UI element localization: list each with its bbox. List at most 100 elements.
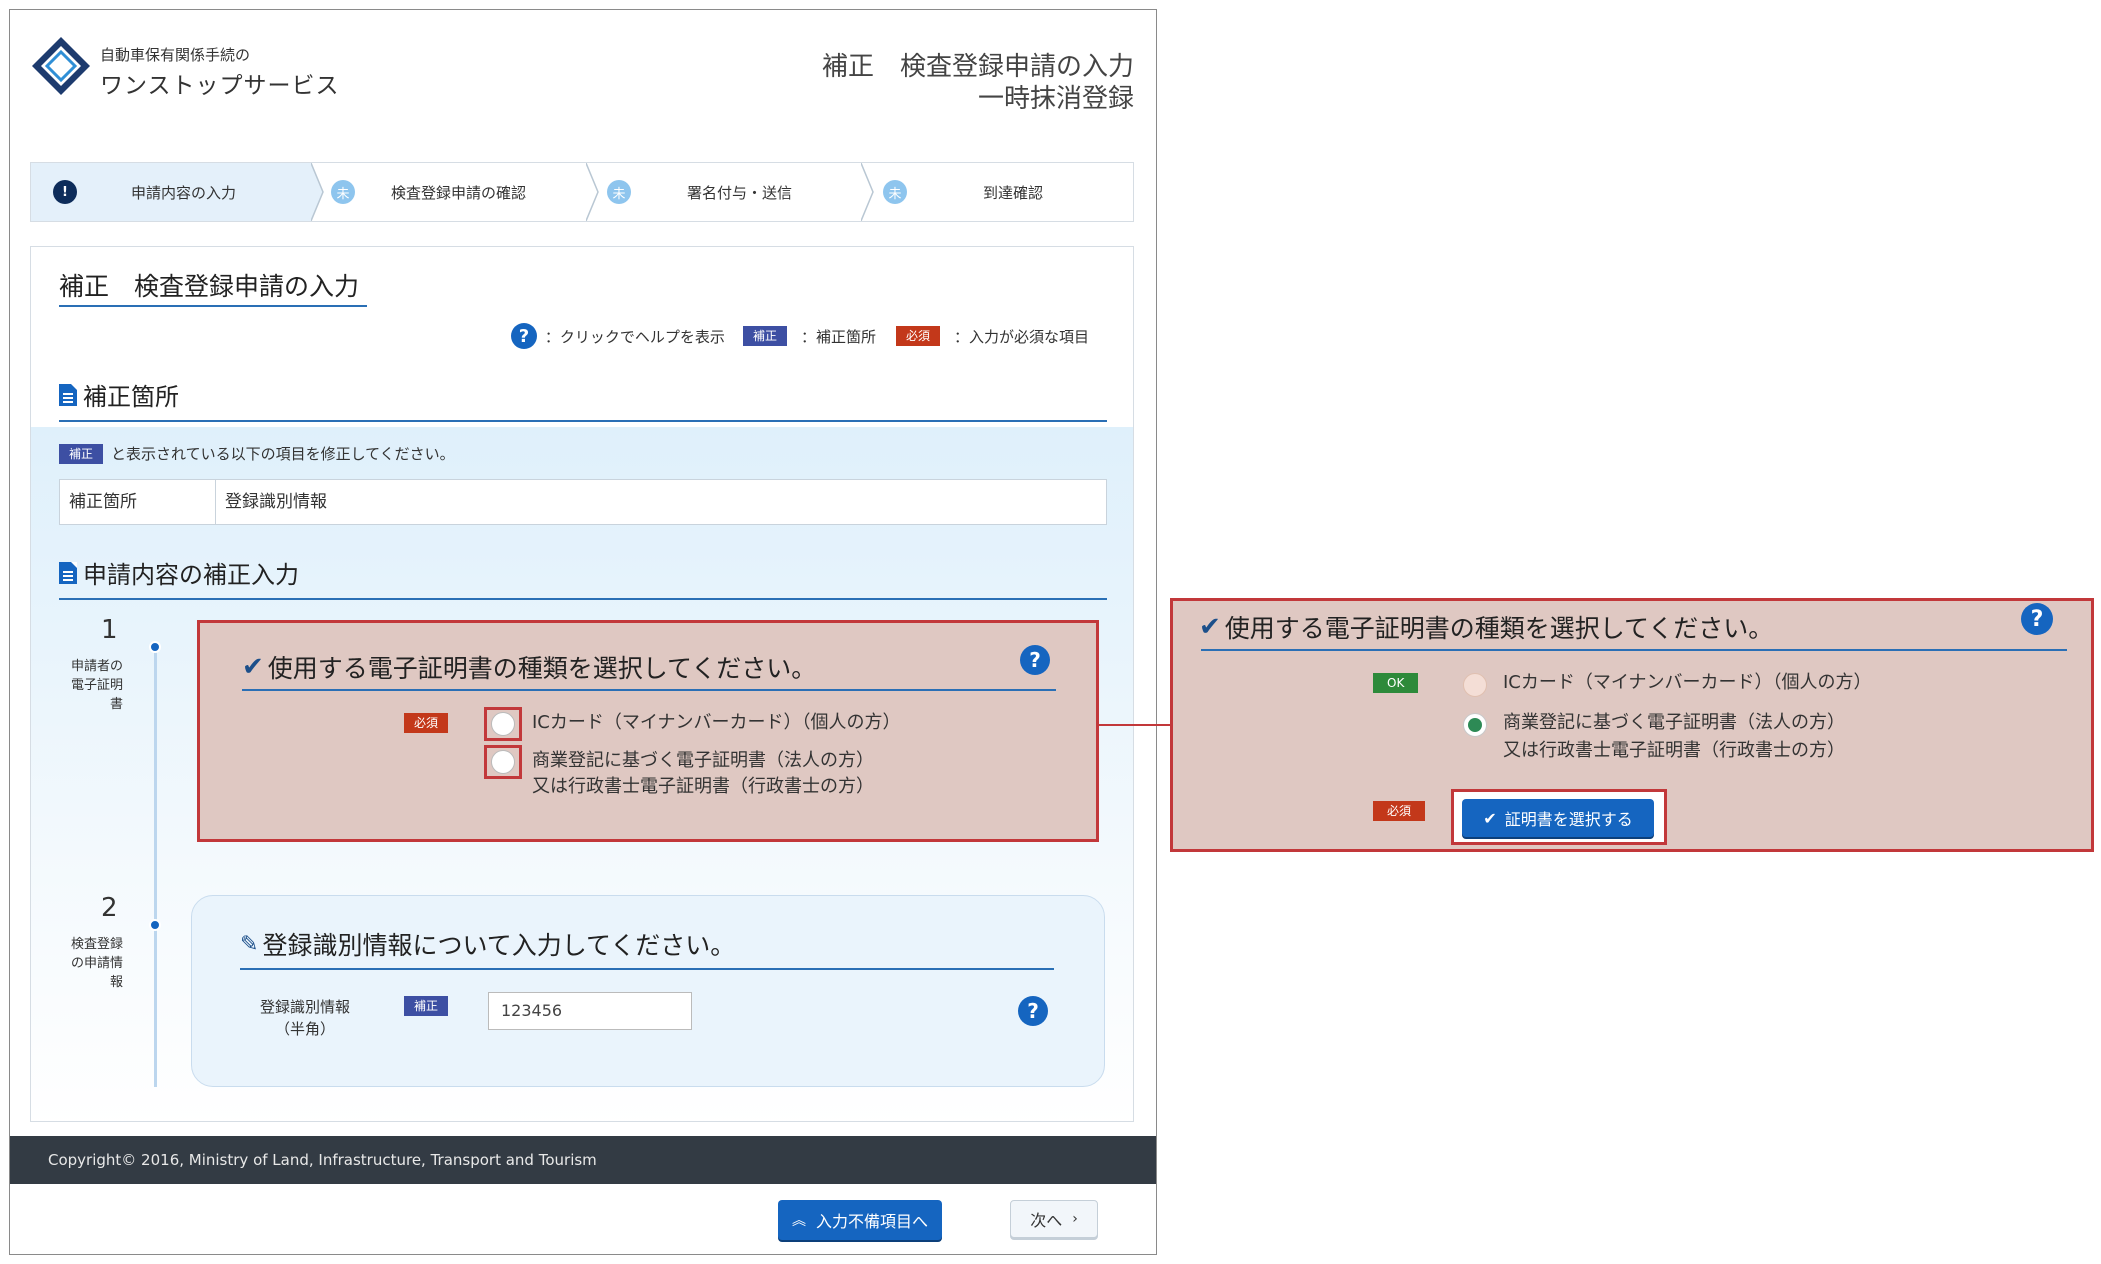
step-label: 署名付与・送信 [687, 184, 793, 202]
registration-id-input[interactable]: 123456 [488, 992, 692, 1030]
card-underline [240, 968, 1054, 970]
help-icon[interactable]: ? [1020, 645, 1050, 675]
section-underline [59, 598, 1107, 600]
zoom-callout-panel: ✔ 使用する電子証明書の種類を選択してください。 ? OK ICカード（マイナン… [1170, 598, 2094, 852]
legend-hissu-text: ：入力が必須な項目 [953, 327, 1089, 346]
note-text: と表示されている以下の項目を修正してください。 [111, 445, 455, 463]
page-title: 補正 検査登録申請の入力 [59, 272, 360, 301]
desc-line: 電子証明 [70, 678, 123, 693]
step-input: ! 申請内容の入力 [31, 163, 311, 221]
field-label-line: （半角） [275, 1020, 336, 1038]
card-title-text: 使用する電子証明書の種類を選択してください。 [1224, 614, 1774, 643]
step-label: 到達確認 [983, 184, 1044, 202]
select-button-highlight: ✔ 証明書を選択する [1451, 789, 1667, 845]
logo-icon [32, 37, 90, 95]
step-description: 検査登録 の申請情 報 [61, 935, 123, 992]
check-icon: ✔ [1483, 808, 1497, 828]
timeline-dot [149, 919, 161, 931]
radio-corporate-cert-selected[interactable] [1463, 713, 1487, 737]
card-title-text: 使用する電子証明書の種類を選択してください。 [267, 654, 817, 683]
document-icon [59, 561, 77, 584]
next-button[interactable]: 次へ › [1010, 1200, 1098, 1238]
help-icon[interactable]: ? [1018, 996, 1048, 1026]
option-corporate-cert-label-2: 又は行政書士電子証明書（行政書士の方） [532, 776, 874, 797]
ok-badge: OK [1373, 673, 1419, 693]
option-corporate-cert-label-2: 又は行政書士電子証明書（行政書士の方） [1503, 740, 1845, 761]
chevron-right-icon [586, 163, 599, 221]
desc-line: 報 [109, 975, 123, 990]
registration-info-card: ✎ 登録識別情報について入力してください。 登録識別情報 （半角） 補正 123… [191, 895, 1105, 1087]
help-icon[interactable]: ? [2021, 603, 2053, 635]
hissu-badge: 必須 [404, 713, 449, 733]
step-label: 申請内容の入力 [131, 184, 237, 202]
hissu-badge: 必須 [1373, 801, 1426, 821]
help-icon[interactable]: ? [510, 323, 537, 349]
chevron-right-icon [861, 163, 874, 221]
pending-icon: 未 [607, 180, 631, 204]
card-underline [1201, 649, 2067, 651]
step-arrival: 未 到達確認 [881, 163, 1131, 221]
callout-connector [1096, 724, 1170, 726]
header-subtitle: 一時抹消登録 [977, 84, 1134, 114]
logo-text-line1: 自動車保有関係手続の [100, 46, 251, 64]
field-label: 登録識別情報 （半角） [260, 996, 350, 1040]
desc-line: 申請者の [70, 659, 123, 674]
step-number: 1 [101, 615, 118, 645]
desc-line: の申請情 [70, 956, 123, 971]
desc-line: 書 [109, 697, 123, 712]
main-panel: 補正 検査登録申請の入力 ? ：クリックでヘルプを表示 補正 ：補正箇所 必須 … [30, 246, 1134, 1122]
document-icon [59, 383, 77, 406]
logo-text-line2: ワンストップサービス [100, 73, 340, 99]
progress-steps: ! 申請内容の入力 未 検査登録申請の確認 未 署名付与・送信 未 到達確認 [30, 162, 1134, 222]
hosei-badge: 補正 [742, 326, 787, 346]
radio-ic-card[interactable] [491, 712, 515, 736]
chevron-right-icon: › [1072, 1211, 1078, 1227]
check-icon: ✔ [242, 652, 264, 682]
card-title-text: 登録識別情報について入力してください。 [262, 931, 736, 960]
select-certificate-button[interactable]: ✔ 証明書を選択する [1462, 799, 1654, 837]
main-window: 自動車保有関係手続の ワンストップサービス 補正 検査登録申請の入力 一時抹消登… [9, 9, 1157, 1255]
alert-icon: ! [53, 180, 77, 204]
legend-help-text: ：クリックでヘルプを表示 [544, 327, 725, 346]
back-to-errors-button[interactable]: ︽ 入力不備項目へ [778, 1200, 942, 1240]
section-title-text: 申請内容の補正入力 [83, 561, 299, 589]
section-underline [59, 420, 1107, 422]
table-header: 補正箇所 [60, 480, 216, 524]
radio-ic-card[interactable] [1463, 673, 1487, 697]
page-title-underline [59, 305, 367, 307]
correction-note: 補正 と表示されている以下の項目を修正してください。 [59, 443, 455, 464]
step-description: 申請者の 電子証明 書 [61, 657, 123, 714]
card-title: ✔ 使用する電子証明書の種類を選択してください。 [242, 649, 816, 685]
desc-line: 検査登録 [70, 937, 123, 952]
hosei-badge: 補正 [59, 443, 104, 464]
check-icon: ✔ [1199, 612, 1221, 642]
button-label: 証明書を選択する [1504, 810, 1633, 829]
certificate-type-card: ✔ 使用する電子証明書の種類を選択してください。 ? 必須 ICカード（マイナン… [197, 620, 1099, 842]
radio-corporate-cert[interactable] [491, 750, 515, 774]
option-ic-card-label: ICカード（マイナンバーカード）（個人の方） [532, 712, 901, 733]
option-corporate-cert-label: 商業登記に基づく電子証明書（法人の方） [1503, 712, 1845, 733]
pending-icon: 未 [331, 180, 355, 204]
hosei-badge: 補正 [404, 996, 449, 1016]
chevron-right-icon [311, 163, 324, 221]
button-label: 次へ [1030, 1211, 1063, 1230]
correction-table: 補正箇所 登録識別情報 [59, 479, 1107, 525]
legend-hosei-text: ：補正箇所 [800, 327, 876, 346]
legend: ? ：クリックでヘルプを表示 補正 ：補正箇所 必須 ：入力が必須な項目 [510, 323, 1089, 349]
step-label: 検査登録申請の確認 [391, 184, 527, 202]
button-label: 入力不備項目へ [815, 1212, 928, 1231]
timeline-line [154, 647, 157, 1087]
card-title: ✎ 登録識別情報について入力してください。 [240, 926, 735, 962]
step-sign-send: 未 署名付与・送信 [607, 163, 867, 221]
radio-selected-dot [1468, 718, 1482, 732]
footer: Copyright© 2016, Ministry of Land, Infra… [10, 1136, 1156, 1184]
field-label-line: 登録識別情報 [260, 998, 351, 1016]
timeline-dot [149, 641, 161, 653]
hissu-badge: 必須 [895, 326, 940, 346]
double-chevron-up-icon: ︽ [791, 1213, 806, 1229]
option-corporate-cert-label: 商業登記に基づく電子証明書（法人の方） [532, 750, 874, 771]
correction-section-title: 補正箇所 [59, 377, 179, 412]
card-underline [242, 689, 1056, 691]
step-confirm: 未 検査登録申請の確認 [331, 163, 591, 221]
option-ic-card-label: ICカード（マイナンバーカード）（個人の方） [1503, 672, 1872, 693]
